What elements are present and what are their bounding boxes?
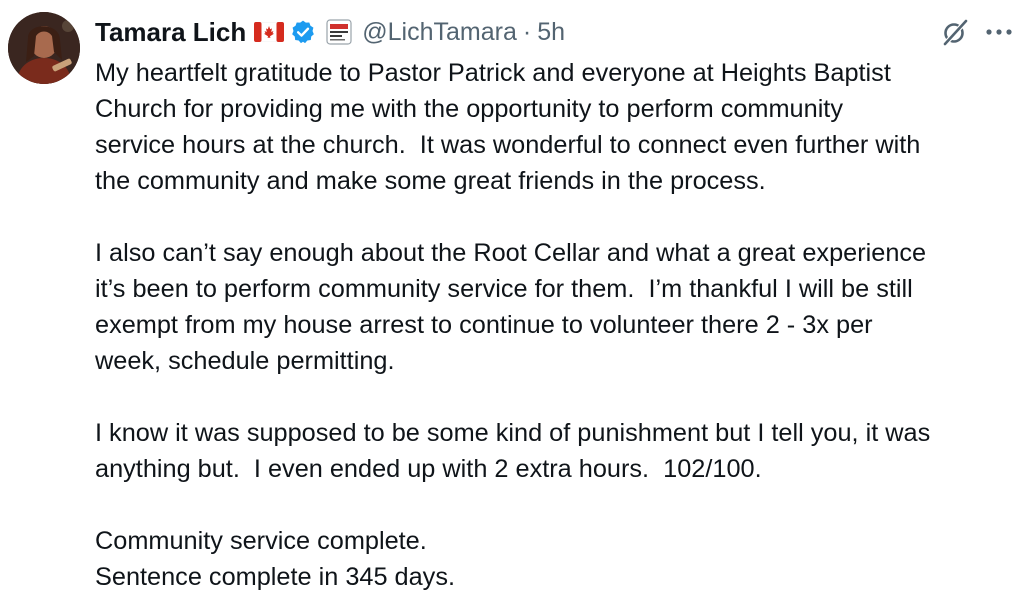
tweet[interactable]: Tamara Lich @LichTamara · 5h My heartfel…	[0, 0, 1024, 604]
tweet-paragraph: My heartfelt gratitude to Pastor Patrick…	[95, 55, 1017, 199]
header-separator: ·	[522, 17, 532, 46]
tweet-paragraph: Community service complete. Sentence com…	[95, 523, 1017, 595]
tweet-text: My heartfelt gratitude to Pastor Patrick…	[95, 55, 1017, 595]
text-line: it’s been to perform community service f…	[95, 275, 913, 303]
text-line: I know it was supposed to be some kind o…	[95, 419, 931, 447]
tweet-paragraph: I know it was supposed to be some kind o…	[95, 415, 1017, 487]
avatar[interactable]	[8, 12, 80, 84]
author-display-name[interactable]: Tamara Lich	[95, 17, 246, 48]
text-line: exempt from my house arrest to continue …	[95, 311, 873, 339]
text-line: anything but. I even ended up with 2 ext…	[95, 455, 762, 483]
text-line: I also can’t say enough about the Root C…	[95, 239, 927, 267]
text-line: Community service complete.	[95, 527, 427, 555]
author-handle[interactable]: @LichTamara	[362, 18, 517, 47]
text-line: Sentence complete in 345 days.	[95, 563, 456, 591]
tweet-paragraph: I also can’t say enough about the Root C…	[95, 235, 1017, 379]
verified-badge-icon[interactable]	[290, 19, 316, 45]
text-line: service hours at the church. It was wond…	[95, 131, 921, 159]
more-options-icon[interactable]	[984, 20, 1014, 44]
text-line: Church for providing me with the opportu…	[95, 95, 843, 123]
affiliate-news-badge-icon[interactable]	[326, 19, 352, 45]
grok-icon[interactable]	[940, 17, 970, 47]
text-line: the community and make some great friend…	[95, 167, 766, 195]
text-line: week, schedule permitting.	[95, 347, 395, 375]
text-line: My heartfelt gratitude to Pastor Patrick…	[95, 59, 891, 87]
canada-flag-icon	[254, 21, 285, 43]
tweet-header: Tamara Lich @LichTamara · 5h	[95, 14, 565, 50]
tweet-timestamp[interactable]: 5h	[537, 18, 565, 47]
